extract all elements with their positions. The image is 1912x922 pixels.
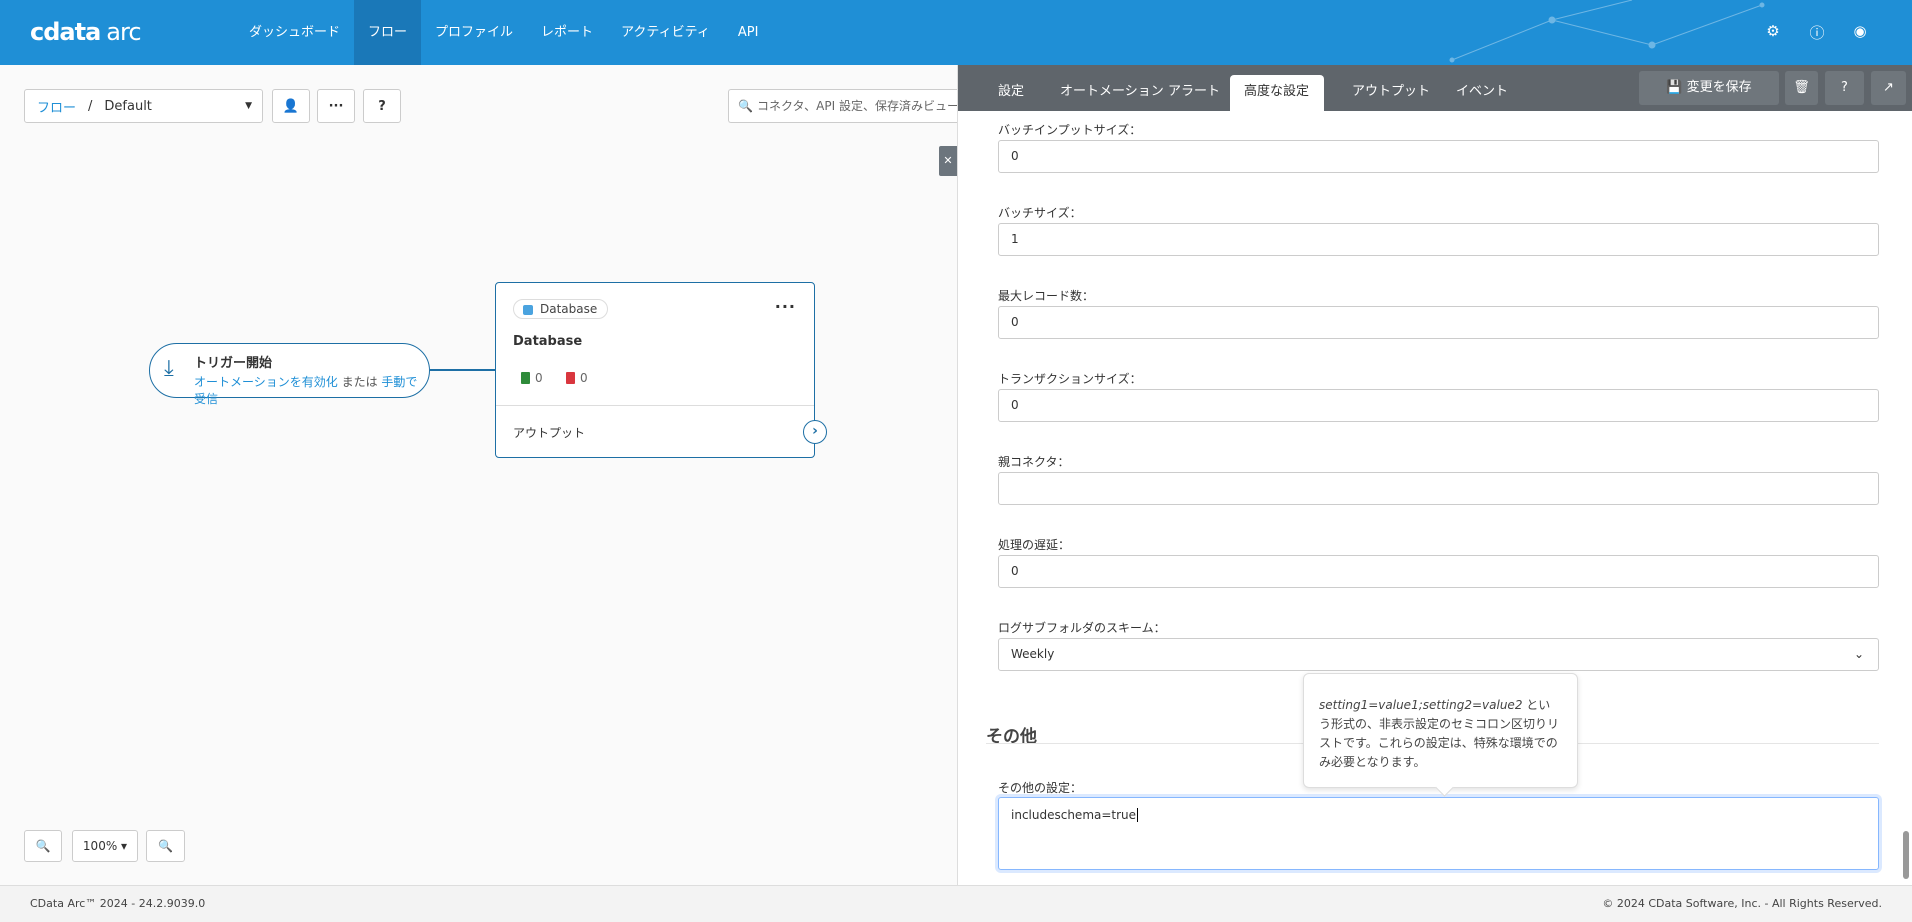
user-button[interactable]: 👤 <box>272 89 310 123</box>
trigger-start-node[interactable]: ⤓ トリガー開始 オートメーションを有効化 または 手動で受信 <box>149 343 430 406</box>
connector-type-badge: Database <box>513 299 609 319</box>
breadcrumb-separator: / <box>88 98 93 114</box>
max-records-label: 最大レコード数： <box>998 289 1095 303</box>
chevron-down-icon: ⌄ <box>1853 647 1864 661</box>
zoom-out-icon: 🔍 <box>158 839 173 853</box>
output-chevron-icon[interactable]: › <box>803 420 827 444</box>
other-settings-textarea[interactable]: includeschema=true <box>998 797 1879 870</box>
delete-button[interactable]: 🗑 <box>1785 71 1818 105</box>
open-external-button[interactable]: ↗ <box>1871 71 1906 105</box>
parent-connector-input[interactable] <box>998 472 1879 505</box>
top-header: cdata arc ダッシュボード フロー プロファイル レポート アクティビティ… <box>0 0 1912 65</box>
panel-scrollbar[interactable] <box>1902 111 1910 885</box>
other-settings-label: その他の設定： <box>998 781 1083 795</box>
nav-dashboard[interactable]: ダッシュボード <box>235 0 354 65</box>
node-output-label: アウトプット <box>513 426 586 440</box>
error-file-icon <box>566 372 575 384</box>
save-icon: 💾 <box>1666 80 1683 95</box>
log-subfolder-scheme-label: ログサブフォルダのスキーム： <box>998 621 1166 635</box>
caret-down-icon: ▼ <box>245 101 252 111</box>
divider <box>496 405 814 406</box>
flow-canvas[interactable] <box>0 65 957 885</box>
search-input[interactable]: 🔍 コネクタ、API 設定、保存済みビュー、メ <box>728 89 968 123</box>
transaction-size-label: トランザクションサイズ： <box>998 372 1142 386</box>
tab-advanced[interactable]: 高度な設定 <box>1230 75 1324 111</box>
search-icon: 🔍 <box>738 99 753 113</box>
batch-input-size-input[interactable]: 0 <box>998 140 1879 173</box>
nav-reports[interactable]: レポート <box>527 0 607 65</box>
panel-tabs: 設定 オートメーション アラート 高度な設定 アウトプット イベント 💾 変更を… <box>958 65 1912 111</box>
ellipsis-icon: ··· <box>328 98 344 114</box>
main-nav: ダッシュボード フロー プロファイル レポート アクティビティ API <box>235 0 772 65</box>
tab-output[interactable]: アウトプット <box>1338 75 1444 111</box>
help-icon: ? <box>378 98 386 114</box>
parent-connector-label: 親コネクタ： <box>998 455 1070 469</box>
node-name: Database <box>513 334 583 349</box>
copyright-text: © 2024 CData Software, Inc. - All Rights… <box>1602 897 1882 910</box>
batch-size-label: バッチサイズ： <box>998 206 1082 220</box>
zoom-in-button[interactable]: 🔍 <box>24 830 62 862</box>
close-panel-button[interactable]: ✕ <box>939 146 957 176</box>
footer: CData Arc™ 2024 - 24.2.9039.0 © 2024 CDa… <box>0 885 1912 922</box>
save-changes-button[interactable]: 💾 変更を保存 <box>1639 71 1779 105</box>
help-button[interactable]: ? <box>1825 71 1864 105</box>
scrollbar-thumb[interactable] <box>1903 831 1909 879</box>
batch-size-input[interactable]: 1 <box>998 223 1879 256</box>
gear-icon[interactable]: ⚙ <box>1763 22 1783 42</box>
enable-automation-link[interactable]: オートメーションを有効化 <box>194 375 338 389</box>
trigger-title: トリガー開始 <box>194 356 273 371</box>
success-file-icon <box>521 372 530 384</box>
processing-delay-input[interactable]: 0 <box>998 555 1879 588</box>
external-link-icon: ↗ <box>1883 80 1894 95</box>
settings-panel: 設定 オートメーション アラート 高度な設定 アウトプット イベント 💾 変更を… <box>957 65 1912 885</box>
help-button[interactable]: ? <box>363 89 401 123</box>
trash-icon: 🗑 <box>1793 80 1810 95</box>
tab-alerts[interactable]: アラート <box>1154 75 1234 111</box>
user-icon: 👤 <box>282 98 300 114</box>
panel-body: バッチインプットサイズ： 0 バッチサイズ： 1 最大レコード数： 0 トランザ… <box>958 111 1912 885</box>
nav-api[interactable]: API <box>724 0 773 65</box>
database-icon <box>523 305 533 315</box>
transaction-size-input[interactable]: 0 <box>998 389 1879 422</box>
success-count[interactable]: 0 <box>521 371 543 385</box>
breadcrumb-root[interactable]: フロー <box>37 97 76 116</box>
zoom-out-button[interactable]: 🔍 <box>146 830 185 862</box>
help-icon[interactable]: ⓘ <box>1807 22 1827 42</box>
database-node[interactable]: Database ··· Database 0 0 アウトプット <box>495 282 815 458</box>
breadcrumb-current: Default <box>104 98 152 114</box>
tab-events[interactable]: イベント <box>1442 75 1522 111</box>
batch-input-size-label: バッチインプットサイズ： <box>998 123 1142 137</box>
max-records-input[interactable]: 0 <box>998 306 1879 339</box>
node-menu-button[interactable]: ··· <box>775 297 796 316</box>
tooltip: setting1=value1;setting2=value2 という形式の、非… <box>1303 673 1578 788</box>
zoom-in-icon: 🔍 <box>35 839 51 853</box>
nav-flow[interactable]: フロー <box>354 0 422 65</box>
download-icon: ⤓ <box>164 356 174 381</box>
log-subfolder-scheme-select[interactable]: Weekly ⌄ <box>998 638 1879 671</box>
nav-profile[interactable]: プロファイル <box>421 0 527 65</box>
tab-settings[interactable]: 設定 <box>984 75 1038 111</box>
error-count[interactable]: 0 <box>566 371 588 385</box>
more-button[interactable]: ··· <box>317 89 355 123</box>
network-decoration <box>1449 0 1765 63</box>
app-logo[interactable]: cdata arc <box>30 18 142 46</box>
connector-line <box>430 369 495 371</box>
zoom-level-dropdown[interactable]: 100% ▾ <box>72 830 138 862</box>
version-text: CData Arc™ 2024 - 24.2.9039.0 <box>30 897 206 910</box>
flow-breadcrumb-dropdown[interactable]: フロー / Default ▼ <box>24 89 263 123</box>
help-icon: ? <box>1841 80 1848 95</box>
processing-delay-label: 処理の遅延： <box>998 538 1071 552</box>
user-icon[interactable]: ◉ <box>1850 22 1870 42</box>
nav-activity[interactable]: アクティビティ <box>607 0 724 65</box>
